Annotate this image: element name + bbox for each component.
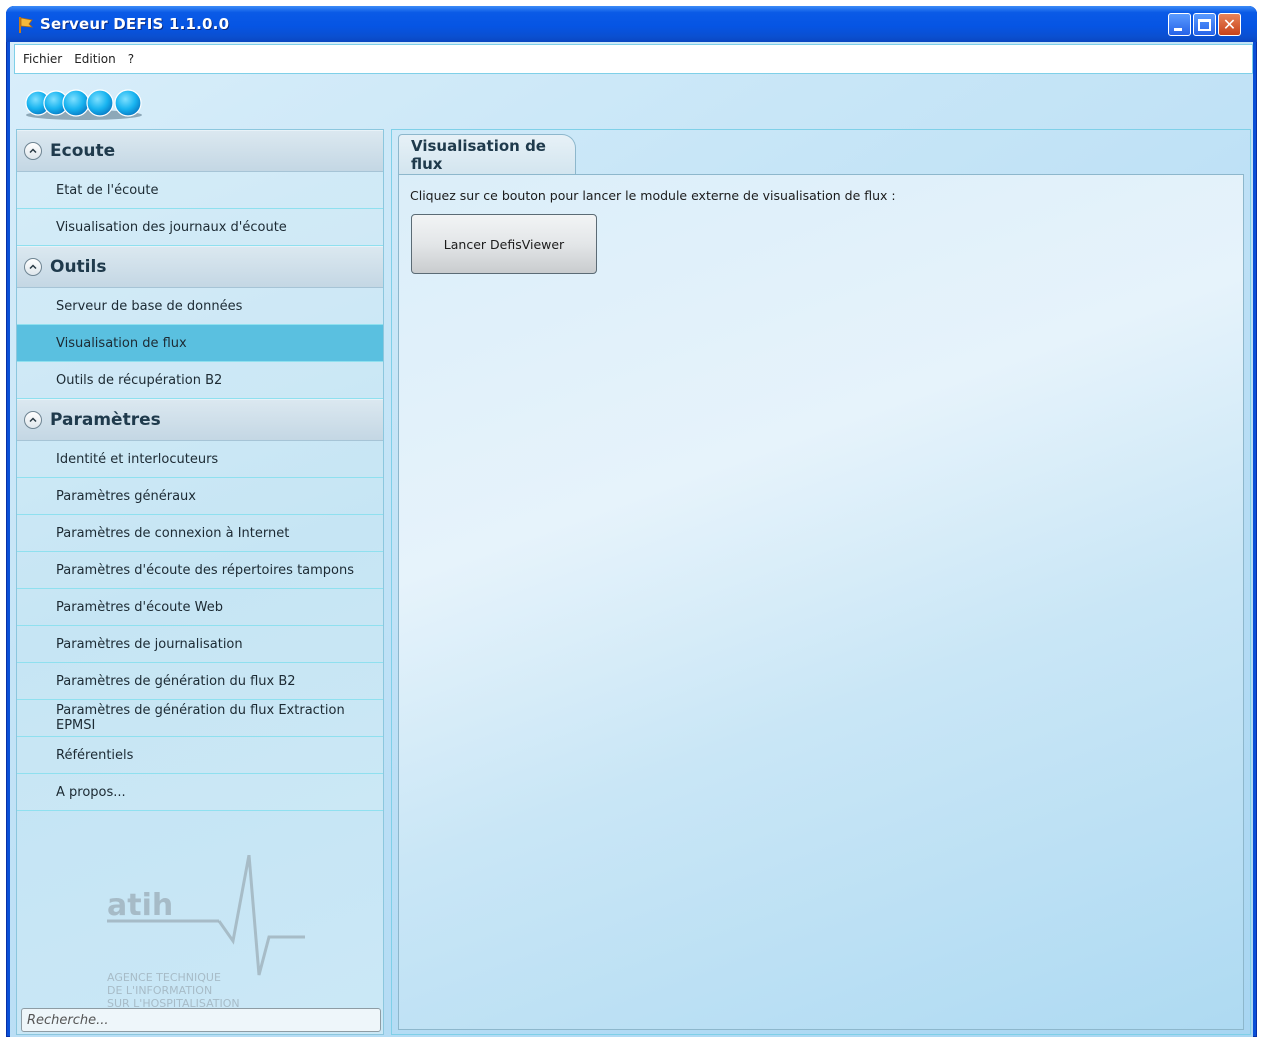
menu-help[interactable]: ? <box>128 52 134 66</box>
sidebar-item-visualisation-flux[interactable]: Visualisation de flux <box>17 325 383 362</box>
minimize-icon <box>1173 28 1182 31</box>
tab-visualisation-flux[interactable]: Visualisation de flux <box>398 134 576 174</box>
svg-text:atih: atih <box>107 888 173 923</box>
menu-bar: Fichier Edition ? <box>14 44 1253 74</box>
close-button[interactable]: ✕ <box>1218 13 1241 36</box>
title-bar[interactable]: Serveur DEFIS 1.1.0.0 ✕ <box>6 6 1257 42</box>
launch-defisviewer-button[interactable]: Lancer DefisViewer <box>411 214 597 274</box>
sidebar-item-a-propos[interactable]: A propos... <box>17 774 383 811</box>
menu-fichier[interactable]: Fichier <box>23 52 62 66</box>
sidebar: Ecoute Etat de l'écoute Visualisation de… <box>16 129 384 1035</box>
section-title: Ecoute <box>50 141 116 161</box>
section-ecoute[interactable]: Ecoute <box>17 130 383 172</box>
main-panel: Visualisation de flux Cliquez sur ce bou… <box>391 129 1251 1035</box>
sidebar-item-identite[interactable]: Identité et interlocuteurs <box>17 441 383 478</box>
sidebar-item-recuperation-b2[interactable]: Outils de récupération B2 <box>17 362 383 399</box>
sidebar-item-connexion-internet[interactable]: Paramètres de connexion à Internet <box>17 515 383 552</box>
sidebar-item-repertoires-tampons[interactable]: Paramètres d'écoute des répertoires tamp… <box>17 552 383 589</box>
menu-edition[interactable]: Edition <box>74 52 116 66</box>
tab-content: Cliquez sur ce bouton pour lancer le mod… <box>398 174 1244 1030</box>
chevron-up-icon[interactable] <box>24 411 42 429</box>
app-window: Serveur DEFIS 1.1.0.0 ✕ Fichier Edition … <box>6 6 1257 1037</box>
sidebar-item-ecoute-web[interactable]: Paramètres d'écoute Web <box>17 589 383 626</box>
defis-bubbles-logo <box>25 89 142 120</box>
client-area: Fichier Edition ? Ecoute Etat de l'écout… <box>10 42 1253 1037</box>
sidebar-item-parametres-generaux[interactable]: Paramètres généraux <box>17 478 383 515</box>
section-outils[interactable]: Outils <box>17 246 383 288</box>
svg-text:AGENCE TECHNIQUE: AGENCE TECHNIQUE <box>107 971 221 984</box>
sidebar-item-etat-ecoute[interactable]: Etat de l'écoute <box>17 172 383 209</box>
maximize-button[interactable] <box>1193 13 1216 36</box>
instruction-text: Cliquez sur ce bouton pour lancer le mod… <box>410 188 896 203</box>
sidebar-item-journalisation[interactable]: Paramètres de journalisation <box>17 626 383 663</box>
section-title: Paramètres <box>50 410 161 430</box>
sidebar-item-journaux-ecoute[interactable]: Visualisation des journaux d'écoute <box>17 209 383 246</box>
maximize-icon <box>1198 18 1211 31</box>
sidebar-item-serveur-bdd[interactable]: Serveur de base de données <box>17 288 383 325</box>
svg-text:DE L'INFORMATION: DE L'INFORMATION <box>107 984 212 997</box>
app-flag-icon <box>19 17 34 33</box>
close-icon: ✕ <box>1222 14 1237 34</box>
chevron-up-icon[interactable] <box>24 142 42 160</box>
search-input[interactable]: Recherche... <box>21 1008 381 1032</box>
sidebar-item-extraction-epmsi[interactable]: Paramètres de génération du flux Extract… <box>17 700 383 737</box>
section-title: Outils <box>50 257 107 277</box>
chevron-up-icon[interactable] <box>24 258 42 276</box>
sidebar-item-referentiels[interactable]: Référentiels <box>17 737 383 774</box>
window-title: Serveur DEFIS 1.1.0.0 <box>40 15 230 33</box>
section-parametres[interactable]: Paramètres <box>17 399 383 441</box>
atih-logo: atih AGENCE TECHNIQUE DE L'INFORMATION S… <box>107 855 305 1010</box>
minimize-button[interactable] <box>1168 13 1191 36</box>
sidebar-item-generation-b2[interactable]: Paramètres de génération du flux B2 <box>17 663 383 700</box>
